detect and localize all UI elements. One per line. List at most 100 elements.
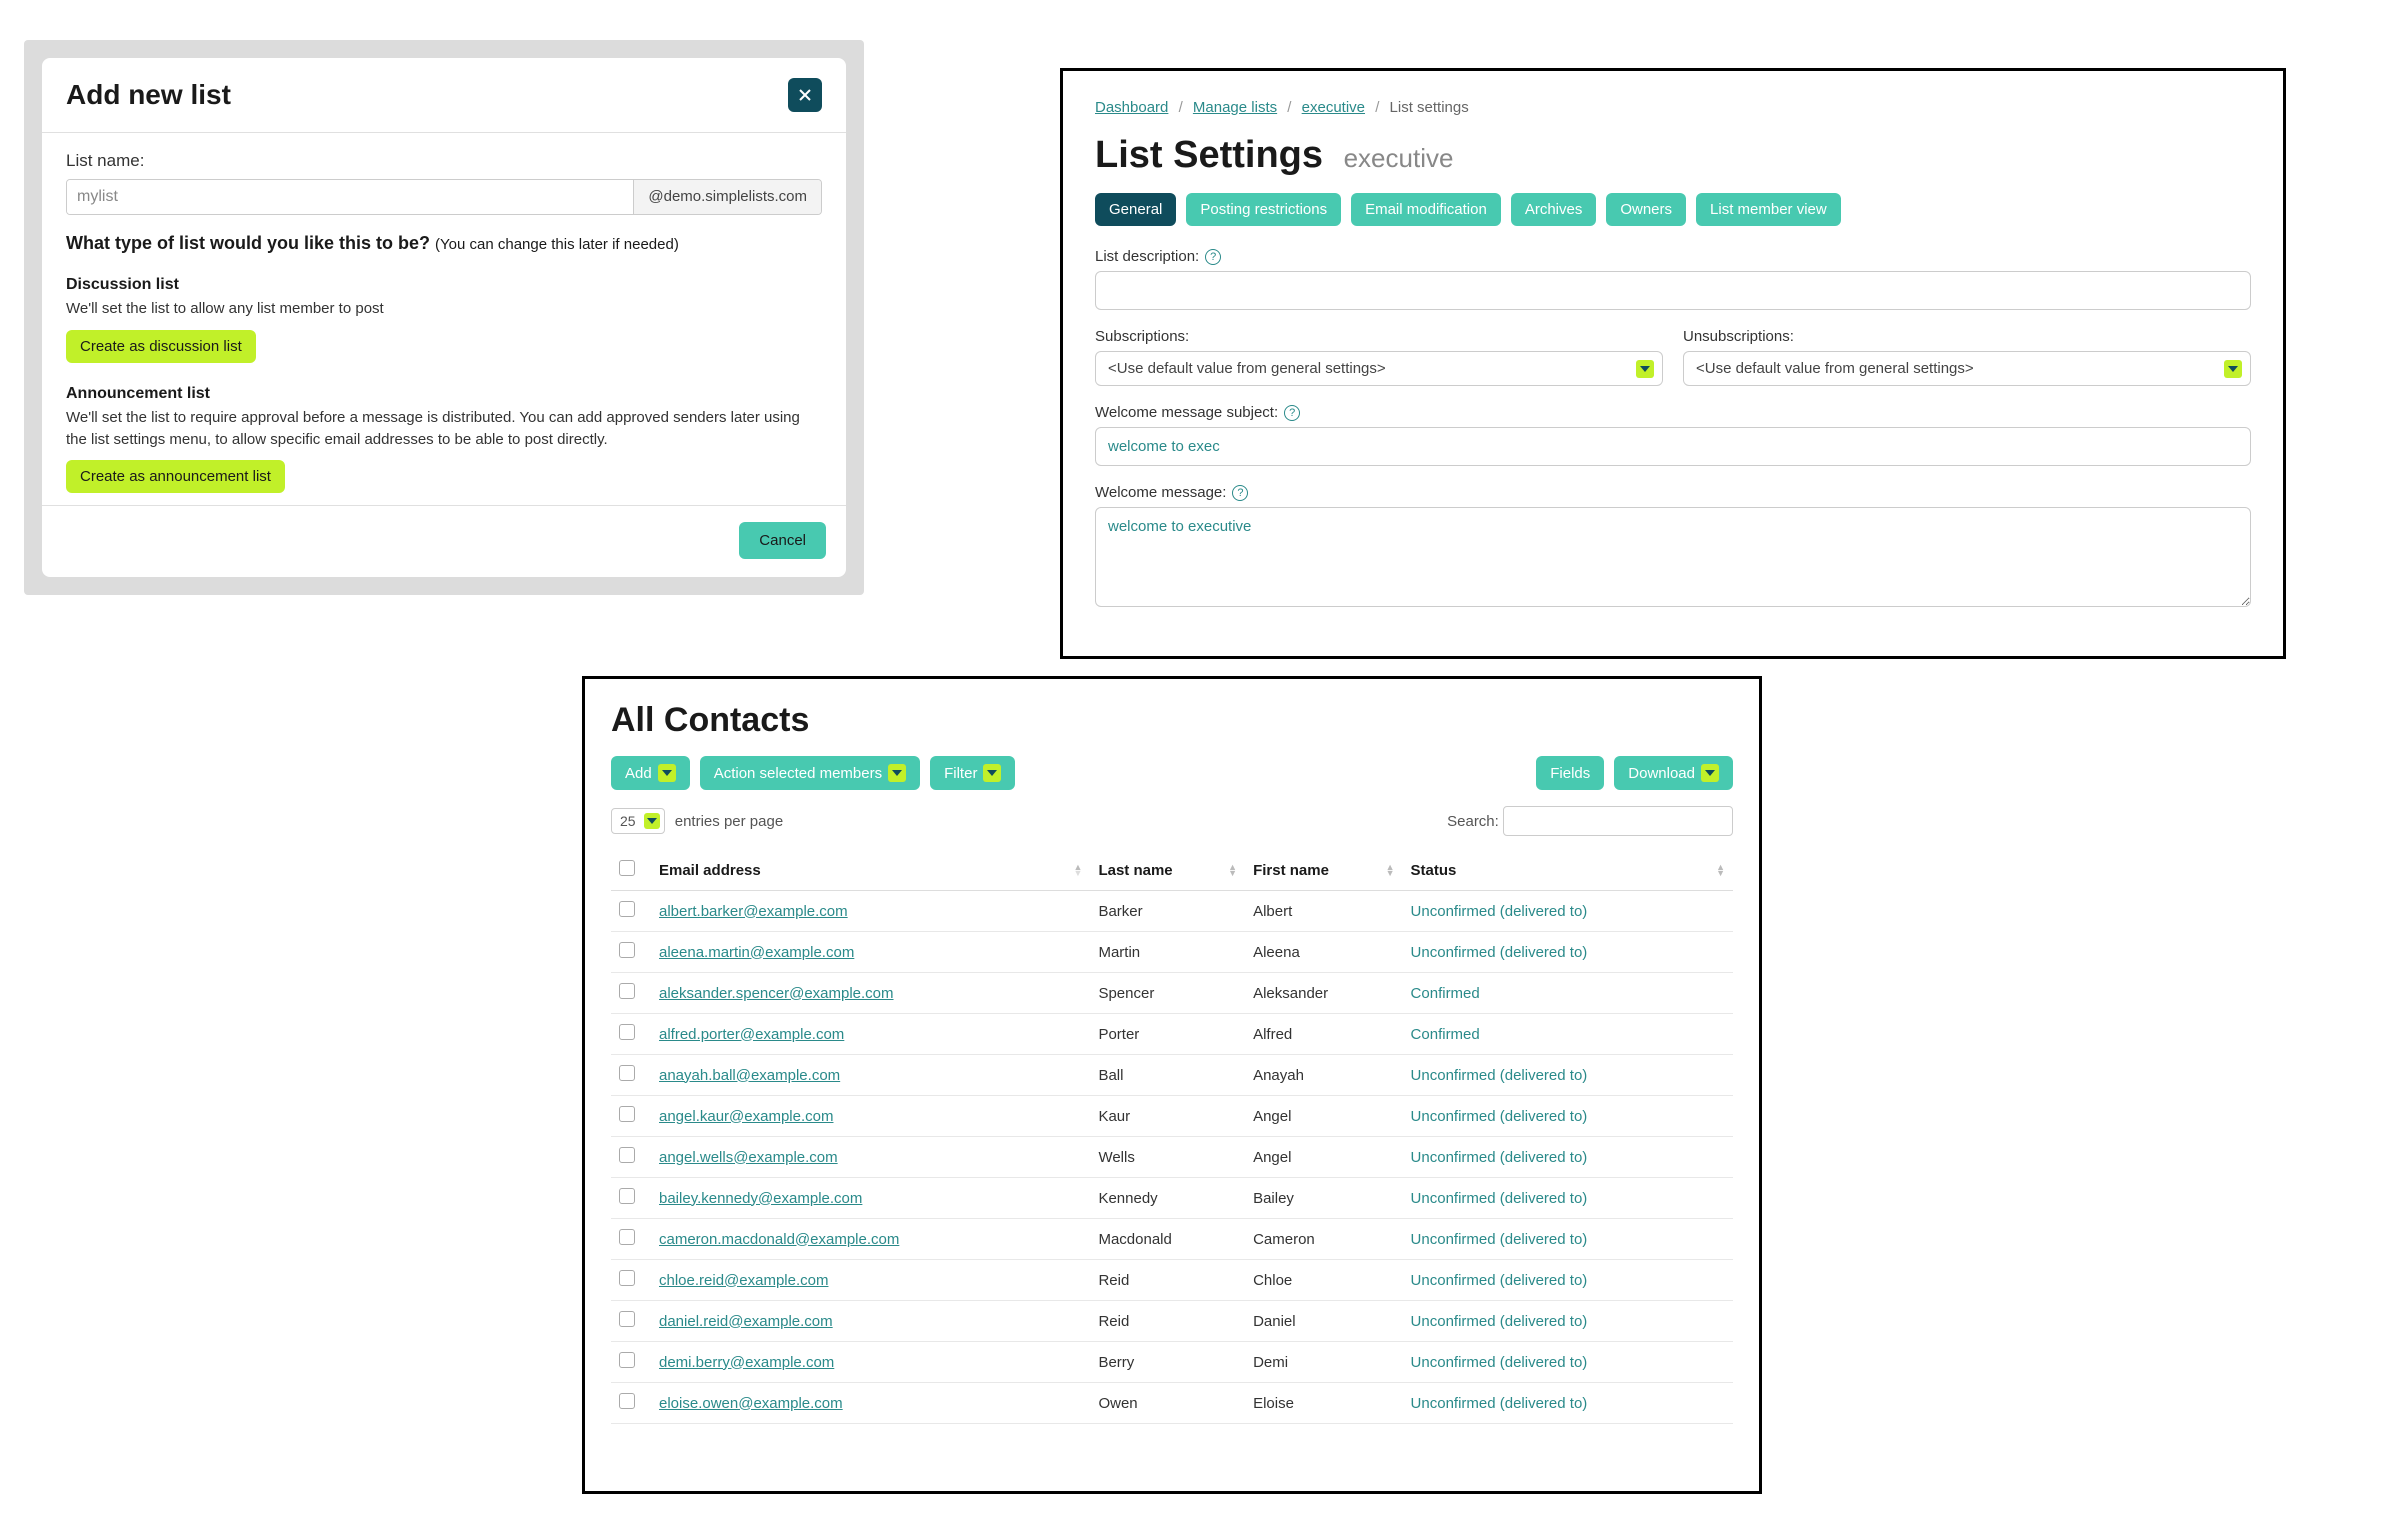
col-last-name[interactable]: Last name ▲▼: [1090, 850, 1245, 891]
select-all-checkbox[interactable]: [619, 860, 635, 876]
email-link[interactable]: aleena.martin@example.com: [659, 944, 854, 961]
status-cell: Unconfirmed (delivered to): [1403, 1219, 1733, 1260]
list-type-question: What type of list would you like this to…: [66, 233, 822, 254]
first-name-cell: Angel: [1245, 1096, 1402, 1137]
welcome-subject-input[interactable]: [1095, 427, 2251, 466]
welcome-subject-label: Welcome message subject: ?: [1095, 404, 2251, 421]
row-checkbox[interactable]: [619, 1106, 635, 1122]
search-label: Search:: [1447, 813, 1499, 830]
last-name-cell: Reid: [1090, 1301, 1245, 1342]
status-cell: Confirmed: [1403, 1014, 1733, 1055]
row-checkbox[interactable]: [619, 942, 635, 958]
email-link[interactable]: demi.berry@example.com: [659, 1354, 834, 1371]
row-checkbox[interactable]: [619, 1270, 635, 1286]
tab-posting-restrictions[interactable]: Posting restrictions: [1186, 193, 1341, 226]
col-status[interactable]: Status ▲▼: [1403, 850, 1733, 891]
table-row: angel.kaur@example.comKaurAngelUnconfirm…: [611, 1096, 1733, 1137]
last-name-cell: Martin: [1090, 932, 1245, 973]
unsubscriptions-label: Unsubscriptions:: [1683, 328, 2251, 345]
help-icon[interactable]: ?: [1205, 249, 1221, 265]
col-email[interactable]: Email address ▲▼: [651, 850, 1090, 891]
table-row: alfred.porter@example.comPorterAlfredCon…: [611, 1014, 1733, 1055]
help-icon[interactable]: ?: [1232, 485, 1248, 501]
tab-email-modification[interactable]: Email modification: [1351, 193, 1501, 226]
last-name-cell: Owen: [1090, 1383, 1245, 1424]
first-name-cell: Cameron: [1245, 1219, 1402, 1260]
last-name-cell: Kennedy: [1090, 1178, 1245, 1219]
tab-archives[interactable]: Archives: [1511, 193, 1597, 226]
all-contacts-panel: All Contacts Add Action selected members…: [582, 676, 1762, 1494]
last-name-cell: Berry: [1090, 1342, 1245, 1383]
help-icon[interactable]: ?: [1284, 405, 1300, 421]
filter-button[interactable]: Filter: [930, 756, 1015, 790]
cancel-button[interactable]: Cancel: [739, 522, 826, 559]
list-name-input[interactable]: [67, 180, 633, 214]
row-checkbox[interactable]: [619, 1311, 635, 1327]
last-name-cell: Porter: [1090, 1014, 1245, 1055]
first-name-cell: Angel: [1245, 1137, 1402, 1178]
email-link[interactable]: angel.wells@example.com: [659, 1149, 838, 1166]
row-checkbox[interactable]: [619, 1393, 635, 1409]
table-row: eloise.owen@example.comOwenEloiseUnconfi…: [611, 1383, 1733, 1424]
status-cell: Unconfirmed (delivered to): [1403, 1383, 1733, 1424]
chevron-down-icon: [658, 764, 676, 782]
row-checkbox[interactable]: [619, 1024, 635, 1040]
email-link[interactable]: alfred.porter@example.com: [659, 1026, 844, 1043]
email-link[interactable]: chloe.reid@example.com: [659, 1272, 828, 1289]
breadcrumb-manage-lists[interactable]: Manage lists: [1193, 99, 1277, 116]
row-checkbox[interactable]: [619, 1065, 635, 1081]
discussion-title: Discussion list: [66, 276, 822, 294]
email-link[interactable]: cameron.macdonald@example.com: [659, 1231, 899, 1248]
sort-icon: ▲▼: [1386, 864, 1395, 876]
create-discussion-button[interactable]: Create as discussion list: [66, 330, 256, 363]
create-announcement-button[interactable]: Create as announcement list: [66, 460, 285, 493]
row-checkbox[interactable]: [619, 1188, 635, 1204]
first-name-cell: Bailey: [1245, 1178, 1402, 1219]
table-row: bailey.kennedy@example.comKennedyBaileyU…: [611, 1178, 1733, 1219]
email-link[interactable]: anayah.ball@example.com: [659, 1067, 840, 1084]
subscriptions-select[interactable]: <Use default value from general settings…: [1095, 351, 1663, 386]
tab-list-member-view[interactable]: List member view: [1696, 193, 1841, 226]
row-checkbox[interactable]: [619, 1229, 635, 1245]
close-icon: [797, 87, 813, 103]
domain-suffix: @demo.simplelists.com: [633, 180, 821, 214]
last-name-cell: Spencer: [1090, 973, 1245, 1014]
col-first-name[interactable]: First name ▲▼: [1245, 850, 1402, 891]
row-checkbox[interactable]: [619, 983, 635, 999]
welcome-message-textarea[interactable]: welcome to executive: [1095, 507, 2251, 607]
last-name-cell: Kaur: [1090, 1096, 1245, 1137]
list-name-label: List name:: [66, 151, 822, 171]
search-input[interactable]: [1503, 806, 1733, 836]
email-link[interactable]: aleksander.spencer@example.com: [659, 985, 894, 1002]
email-link[interactable]: angel.kaur@example.com: [659, 1108, 833, 1125]
email-link[interactable]: albert.barker@example.com: [659, 903, 848, 920]
row-checkbox[interactable]: [619, 1352, 635, 1368]
first-name-cell: Aleksander: [1245, 973, 1402, 1014]
table-row: aleksander.spencer@example.com SpencerAle…: [611, 973, 1733, 1014]
breadcrumb-dashboard[interactable]: Dashboard: [1095, 99, 1168, 116]
tab-owners[interactable]: Owners: [1606, 193, 1686, 226]
status-cell: Unconfirmed (delivered to): [1403, 1055, 1733, 1096]
status-cell: Unconfirmed (delivered to): [1403, 932, 1733, 973]
email-link[interactable]: daniel.reid@example.com: [659, 1313, 833, 1330]
first-name-cell: Anayah: [1245, 1055, 1402, 1096]
fields-button[interactable]: Fields: [1536, 756, 1604, 790]
row-checkbox[interactable]: [619, 1147, 635, 1163]
list-description-input[interactable]: [1095, 271, 2251, 310]
action-selected-button[interactable]: Action selected members: [700, 756, 920, 790]
breadcrumb-executive[interactable]: executive: [1302, 99, 1365, 116]
breadcrumb-current: List settings: [1390, 99, 1469, 116]
close-button[interactable]: [788, 78, 822, 112]
chevron-down-icon: [1636, 360, 1654, 378]
row-checkbox[interactable]: [619, 901, 635, 917]
entries-per-page-select[interactable]: 25: [611, 808, 665, 834]
download-button[interactable]: Download: [1614, 756, 1733, 790]
modal-title: Add new list: [66, 79, 231, 111]
unsubscriptions-select[interactable]: <Use default value from general settings…: [1683, 351, 2251, 386]
email-link[interactable]: bailey.kennedy@example.com: [659, 1190, 862, 1207]
add-button[interactable]: Add: [611, 756, 690, 790]
email-link[interactable]: eloise.owen@example.com: [659, 1395, 843, 1412]
tab-general[interactable]: General: [1095, 193, 1176, 226]
status-cell: Unconfirmed (delivered to): [1403, 1301, 1733, 1342]
discussion-desc: We'll set the list to allow any list mem…: [66, 298, 822, 320]
